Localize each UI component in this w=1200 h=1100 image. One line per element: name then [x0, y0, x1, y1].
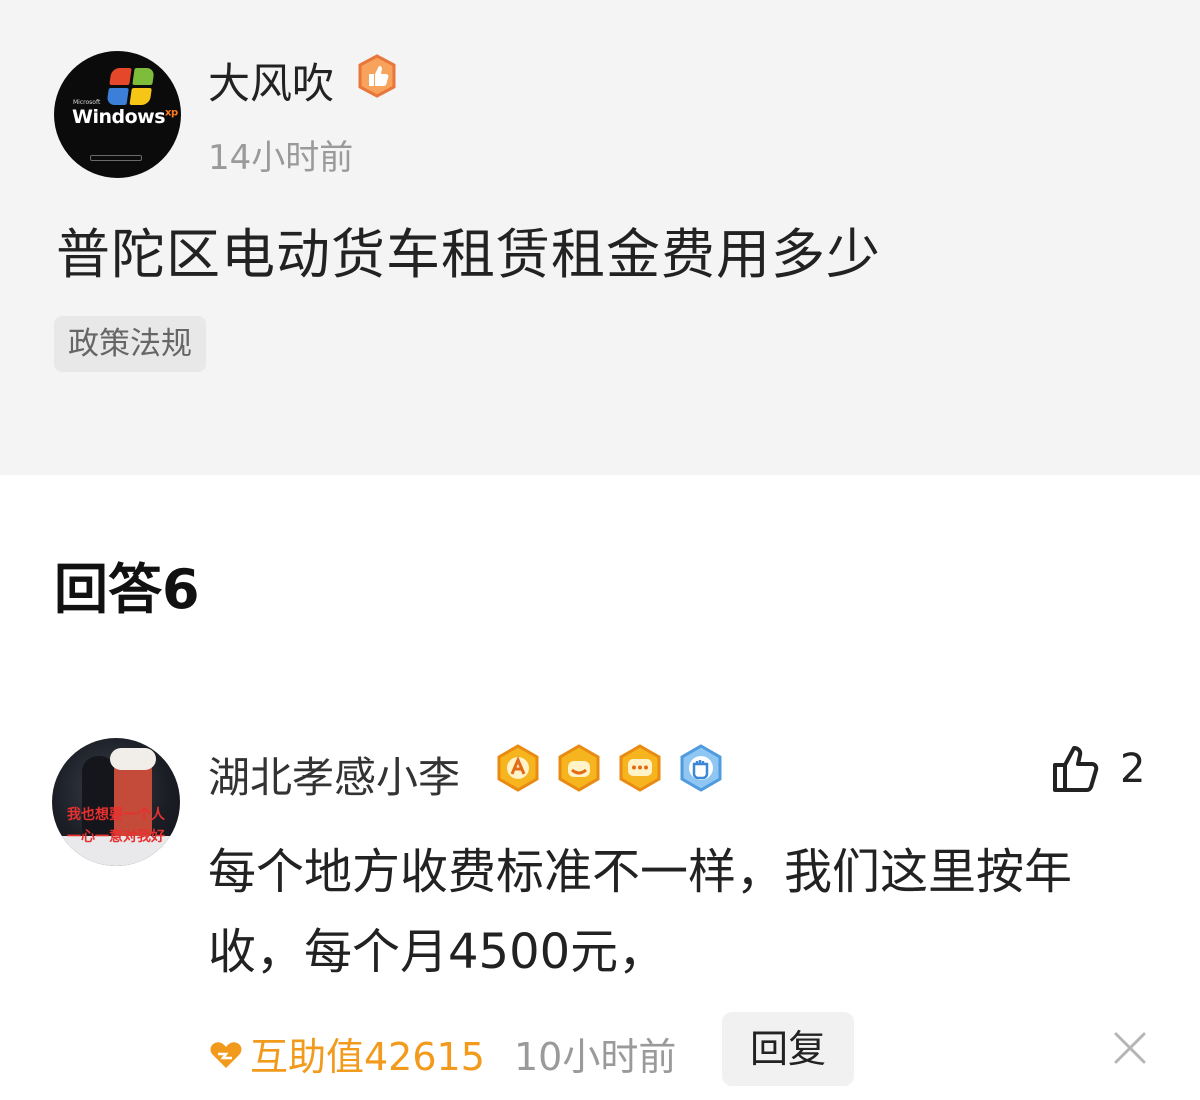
help-heart-icon [208, 1037, 244, 1082]
like-button[interactable] [1050, 742, 1104, 798]
help-value-label: 互助值42615 [250, 1035, 485, 1079]
answer-author-name[interactable]: 湖北孝感小李 [208, 744, 460, 805]
question-author-name[interactable]: 大风吹 [208, 50, 334, 111]
answer-author-avatar[interactable]: 我也想要一个人 一心一意对我好 [52, 738, 180, 866]
avatar-logo-small: Microsoft [73, 99, 101, 106]
answer-body: 每个地方收费标准不一样，我们这里按年收，每个月4500元， [208, 844, 1073, 980]
a-letter-badge-icon [494, 744, 542, 792]
fist-badge-icon [677, 744, 725, 792]
windows-flag-icon [106, 68, 155, 106]
like-count: 2 [1120, 746, 1146, 792]
thumbs-up-badge-icon [355, 54, 399, 98]
reply-button[interactable]: 回复 [722, 1012, 854, 1086]
question-title: 普陀区电动货车租赁租金费用多少 [56, 223, 881, 286]
answers-heading: 回答6 [54, 558, 200, 621]
help-value: 互助值42615 [208, 1026, 485, 1082]
question-time: 14小时前 [208, 138, 354, 178]
smile-badge-icon [555, 744, 603, 792]
loading-bar [90, 155, 142, 161]
close-icon[interactable] [1112, 1030, 1148, 1066]
avatar-figure [110, 748, 156, 770]
avatar-caption: 我也想要一个人 一心一意对我好 [67, 807, 165, 845]
avatar-logo-wordmark: Windowsxp [72, 106, 178, 128]
answer-time: 10小时前 [514, 1035, 677, 1079]
answer-author-badges [494, 744, 733, 796]
question-author-avatar[interactable]: Microsoft Windowsxp [54, 51, 181, 178]
question-card: Microsoft Windowsxp 大风吹 14小时前 普陀区电动货车租赁租… [0, 0, 1200, 475]
chat-badge-icon [616, 744, 664, 792]
question-tag[interactable]: 政策法规 [54, 316, 206, 372]
thumbs-up-outline-icon [1053, 746, 1099, 792]
